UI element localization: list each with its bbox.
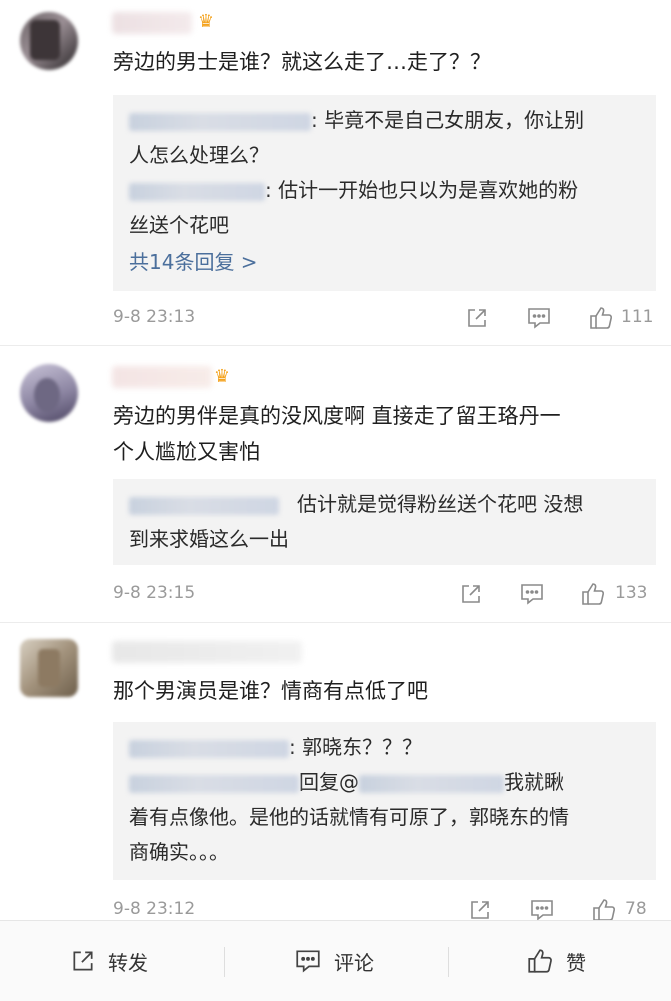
comment-button[interactable]: 评论 (294, 921, 374, 1001)
reply-text: : 估计一开始也只以为是喜欢她的粉 (265, 178, 579, 202)
reply-text: : 郭晓东？？？ (289, 735, 423, 759)
reply-item: : 估计一开始也只以为是喜欢她的粉 (129, 174, 642, 207)
reply-username-blurred[interactable] (129, 496, 279, 515)
reply-text-cont: 人怎么处理么？ (129, 143, 269, 167)
reply-text: 回复@ (299, 770, 359, 794)
username-blurred[interactable] (112, 641, 302, 663)
comment-button[interactable] (519, 579, 545, 609)
timestamp: 9-8 23:13 (113, 307, 196, 327)
crown-icon: ♛ (197, 11, 215, 32)
comment-text: 那个男演员是谁？情商有点低了吧 (113, 679, 428, 703)
share-icon (73, 951, 93, 971)
username-blurred[interactable] (112, 366, 212, 388)
like-count: 78 (625, 899, 647, 919)
reply-item: : 毕竟不是自己女朋友，你让别 (129, 104, 642, 137)
reply-text-cont: 商确实。。。 (129, 840, 229, 864)
reply-item: : 郭晓东？？？ (129, 731, 642, 764)
reply-username-blurred[interactable] (129, 112, 311, 131)
username-blurred[interactable] (112, 12, 192, 34)
comment-item: ♛ 旁边的男伴是真的没风度啊 直接走了留王珞丹一 个人尴尬又害怕 估计就是觉得粉… (0, 346, 671, 622)
like-button[interactable]: 赞 (526, 921, 586, 1001)
bottom-action-bar: 转发 评论 赞 (0, 920, 671, 1001)
reply-item: 估计就是觉得粉丝送个花吧 没想 (129, 488, 642, 521)
reply-text-cont: 到来求婚这么一出 (129, 527, 289, 551)
crown-icon: ♛ (213, 366, 231, 387)
like-button[interactable] (588, 303, 614, 333)
thumbs-up-icon (582, 583, 605, 605)
comment-icon (528, 308, 550, 329)
comment-icon (521, 584, 543, 605)
repost-label: 转发 (108, 950, 148, 975)
reply-username-blurred[interactable] (129, 739, 289, 758)
comment-item: ♛ 旁边的男士是谁？就这么走了…走了？？ : 毕竟不是自己女朋友，你让别 人怎么… (0, 0, 671, 345)
reply-text: 估计就是觉得粉丝送个花吧 没想 (297, 492, 584, 516)
avatar[interactable] (20, 12, 78, 70)
share-icon (462, 585, 480, 603)
reply-text: : 毕竟不是自己女朋友，你让别 (311, 108, 585, 132)
avatar[interactable] (20, 639, 78, 697)
reply-item: 回复@ 我就瞅 (129, 766, 642, 799)
comment-icon (296, 950, 320, 973)
reply-username-blurred[interactable] (129, 774, 299, 793)
timestamp: 9-8 23:12 (113, 899, 196, 919)
comment-button[interactable] (526, 303, 552, 333)
comment-icon (531, 900, 553, 921)
like-count: 133 (615, 583, 648, 603)
timestamp: 9-8 23:15 (113, 583, 196, 603)
reply-text-cont: 着有点像他。是他的话就情有可原了，郭晓东的情 (129, 805, 569, 829)
share-icon (471, 901, 489, 919)
comment-label: 评论 (334, 950, 374, 975)
like-count: 111 (621, 307, 654, 327)
avatar[interactable] (20, 364, 78, 422)
divider (224, 947, 225, 977)
thumbs-up-icon (528, 949, 552, 973)
comment-text: 旁边的男士是谁？就这么走了…走了？？ (113, 50, 491, 74)
comment-text: 旁边的男伴是真的没风度啊 直接走了留王珞丹一 (113, 404, 561, 428)
reply-box[interactable]: 估计就是觉得粉丝送个花吧 没想 到来求婚这么一出 (113, 479, 656, 565)
reply-box[interactable]: : 毕竟不是自己女朋友，你让别 人怎么处理么？ : 估计一开始也只以为是喜欢她的… (113, 95, 656, 291)
reply-text: 我就瞅 (504, 770, 564, 794)
share-button[interactable] (465, 303, 489, 333)
comment-meta: 9-8 23:13 111 (113, 303, 653, 333)
mention-blurred[interactable] (359, 774, 504, 793)
comment-text-cont: 个人尴尬又害怕 (113, 440, 260, 464)
divider (448, 947, 449, 977)
more-replies-link[interactable]: 共14条回复 > (129, 246, 642, 279)
repost-button[interactable]: 转发 (70, 921, 148, 1001)
like-label: 赞 (566, 950, 586, 975)
reply-text-cont: 丝送个花吧 (129, 213, 229, 237)
share-button[interactable] (459, 579, 483, 609)
thumbs-up-icon (590, 307, 613, 329)
reply-box[interactable]: : 郭晓东？？？ 回复@ 我就瞅 着有点像他。是他的话就情有可原了，郭晓东的情 商… (113, 722, 656, 880)
reply-username-blurred[interactable] (129, 182, 265, 201)
comment-meta: 9-8 23:15 133 (113, 579, 653, 609)
comment-item: 那个男演员是谁？情商有点低了吧 : 郭晓东？？？ 回复@ 我就瞅 着有点像他。是他… (0, 623, 671, 921)
share-icon (468, 309, 486, 327)
like-button[interactable] (580, 579, 606, 609)
